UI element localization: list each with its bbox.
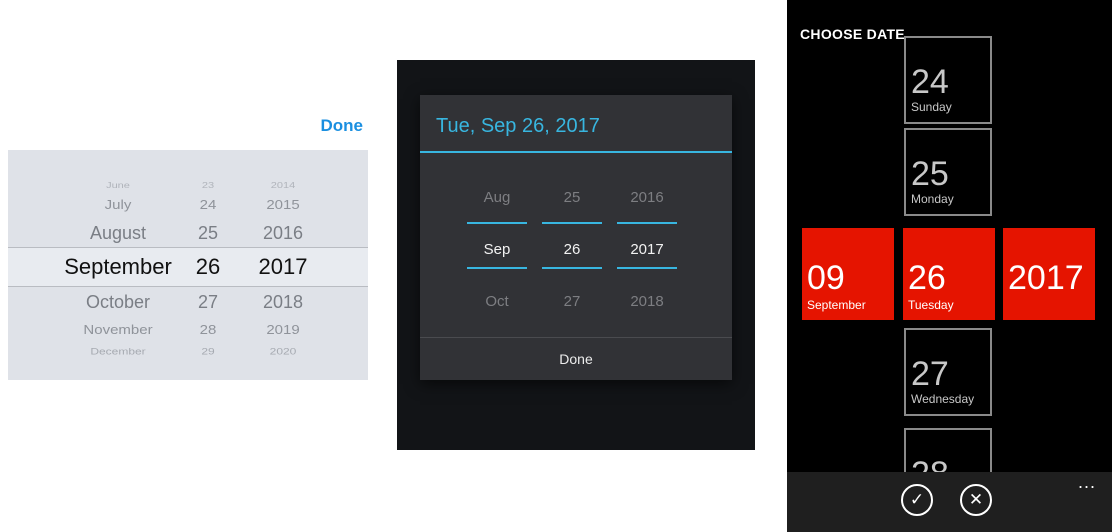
day-name: Wednesday [911,392,975,406]
android-date-dialog: Tue, Sep 26, 2017 Aug Sep Oct 25 26 27 2… [420,95,732,380]
android-month-column[interactable]: Aug Sep Oct [467,172,527,328]
day-selection-line [542,267,602,269]
day-tile-selected[interactable]: 26 Tuesday [903,228,995,320]
ios-day-selected: 26 [195,254,221,279]
month-number: 09 [807,259,845,297]
ios-day: 24 [199,197,217,213]
day-item[interactable]: 25 [542,172,602,224]
check-circle-icon[interactable]: ✓ [901,484,933,516]
day-name: Sunday [911,100,952,114]
month-name: September [807,298,866,312]
year-selection-line [617,222,677,224]
ios-month: December [90,346,146,357]
year-number: 2017 [1008,259,1084,297]
year-item[interactable]: 2016 [617,172,677,224]
year-item[interactable]: 2018 [617,276,677,328]
day-number: 27 [911,355,949,393]
ios-picker-row[interactable]: June 23 2014 [8,181,368,199]
ios-month: November [83,322,153,338]
ios-picker-row[interactable]: December 29 2020 [8,346,368,364]
day-number: 25 [911,155,949,193]
title-divider [420,151,732,153]
ios-year-selected: 2017 [258,254,308,279]
android-dialog-title: Tue, Sep 26, 2017 [436,115,600,137]
ios-picker-row[interactable]: October 27 2018 [8,292,368,316]
month-selection-line [467,222,527,224]
close-circle-icon[interactable]: ✕ [960,484,992,516]
ios-month-selected: September [64,254,172,279]
ios-month: August [89,223,147,243]
day-number: 24 [911,63,949,101]
android-date-picker-screen: Tue, Sep 26, 2017 Aug Sep Oct 25 26 27 2… [397,60,755,450]
day-name: Monday [911,192,954,206]
ios-picker-row[interactable]: July 24 2015 [8,197,368,218]
month-tile-selected[interactable]: 09 September [802,228,894,320]
month-item[interactable]: Oct [467,276,527,328]
ios-day: 23 [201,181,215,190]
month-item[interactable]: Aug [467,172,527,224]
ios-day: 25 [197,223,219,243]
year-selection-line [617,267,677,269]
ios-day: 27 [197,292,219,312]
month-selection-line [467,267,527,269]
day-number: 26 [908,259,946,297]
android-year-column[interactable]: 2016 2017 2018 [617,172,677,328]
android-day-column[interactable]: 25 26 27 [542,172,602,328]
ios-picker-row-selected[interactable]: September 26 2017 [8,254,368,279]
day-item[interactable]: 27 [542,276,602,328]
day-tile[interactable]: 25 Monday [904,128,992,216]
more-options-icon[interactable]: ... [1078,472,1096,493]
ios-done-button[interactable]: Done [321,116,364,136]
ios-picker-row[interactable]: November 28 2019 [8,322,368,343]
day-tile[interactable]: 27 Wednesday [904,328,992,416]
ios-year: 2014 [270,181,296,190]
ios-picker-row[interactable]: August 25 2016 [8,223,368,247]
day-selection-line [542,222,602,224]
ios-month: June [106,181,130,190]
page-title: CHOOSE DATE [800,26,905,42]
ios-year: 2019 [266,322,300,338]
android-done-button[interactable]: Done [420,338,732,380]
ios-month: October [85,292,151,312]
year-tile-selected[interactable]: 2017 [1003,228,1095,320]
day-name: Tuesday [908,298,954,312]
ios-year: 2015 [266,197,300,213]
wp-date-picker: CHOOSE DATE 24 Sunday 25 Monday 26 Tuesd… [787,0,1112,532]
ios-year: 2018 [262,292,304,312]
ios-year: 2016 [262,223,304,243]
ios-year: 2020 [269,346,297,357]
ios-date-picker: Done June 23 2014 July 24 2015 August 25… [0,0,375,532]
ios-month: July [104,197,132,213]
ios-picker-wheel[interactable]: June 23 2014 July 24 2015 August 25 2016… [8,150,368,380]
app-bar: ✓ ✕ ... [787,472,1112,532]
day-tile[interactable]: 24 Sunday [904,36,992,124]
ios-day: 28 [199,322,217,338]
ios-day: 29 [201,346,215,357]
